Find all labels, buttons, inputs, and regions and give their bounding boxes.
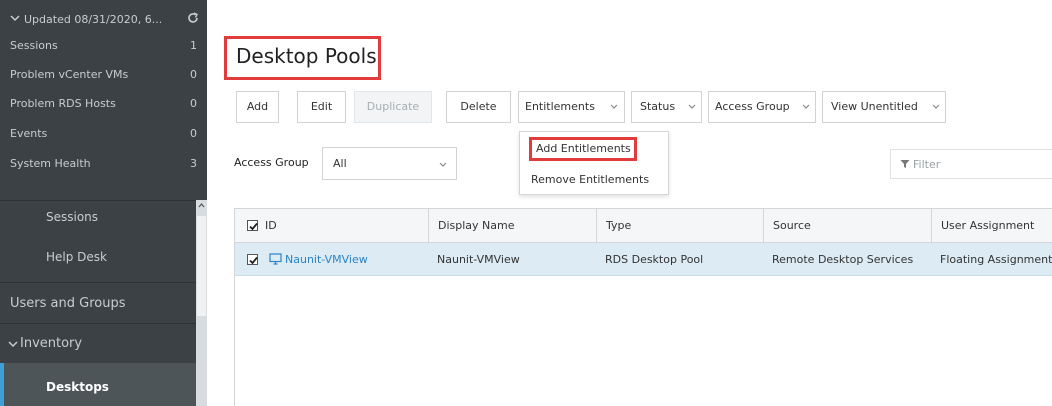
table-row[interactable]: Naunit-VMView Naunit-VMView RDS Desktop … [235,243,1052,276]
filter-input[interactable]: Filter [890,149,1052,179]
desktop-pools-table: ID Display Name Type Source User Assignm… [234,208,1052,406]
highlight-box [224,36,381,80]
status-row-sessions[interactable]: Sessions 1 [0,34,207,58]
delete-button[interactable]: Delete [446,91,511,123]
column-header-type[interactable]: Type [596,209,763,244]
nav-item-label: Inventory [20,336,83,351]
access-group-value: All [333,157,347,170]
status-button[interactable]: Status [631,91,702,123]
column-header-label: ID [265,219,277,232]
column-header-label: User Assignment [941,219,1035,232]
status-row-count: 0 [190,97,197,110]
highlight-box [529,137,637,161]
add-button[interactable]: Add [236,91,279,123]
status-header[interactable]: Updated 08/31/2020, 6... [0,8,207,32]
edit-button[interactable]: Edit [297,91,346,123]
row-checkbox[interactable] [247,254,258,265]
duplicate-button[interactable]: Duplicate [354,91,432,123]
edit-button-label: Edit [310,100,333,113]
cell-text: Floating Assignment [940,253,1052,266]
cell-type: RDS Desktop Pool [596,243,763,276]
column-header-label: Type [606,219,632,232]
select-all-checkbox[interactable] [247,220,258,231]
nav-item-label: Help Desk [46,250,107,264]
pool-id-link[interactable]: Naunit-VMView [285,253,368,266]
status-row-system-health[interactable]: System Health 3 [0,152,207,176]
nav-item-label: Users and Groups [10,296,126,311]
entitlements-button[interactable]: Entitlements [518,91,625,123]
refresh-icon[interactable] [186,11,200,25]
nav-item-label: Desktops [46,380,109,394]
chevron-down-icon [439,162,447,167]
status-panel: Updated 08/31/2020, 6... Sessions 1 Prob… [0,0,207,200]
status-updated-text: Updated 08/31/2020, 6... [24,13,163,26]
filter-icon [900,160,910,168]
status-row-label: Sessions [10,39,58,52]
access-group-label: Access Group [234,156,309,169]
status-row-count: 0 [190,127,197,140]
column-header-id[interactable]: ID [235,209,428,244]
scrollbar-thumb[interactable] [197,216,206,316]
chevron-down-icon [932,104,940,109]
nav-item-desktops[interactable]: Desktops [0,363,196,406]
chevron-down-icon [8,341,18,348]
nav-item-users-and-groups[interactable]: Users and Groups [0,283,196,323]
status-row-count: 0 [190,68,197,81]
status-row-label: Events [10,127,48,140]
menu-item-remove-entitlements[interactable]: Remove Entitlements [531,173,649,186]
chevron-down-icon [610,104,618,109]
active-indicator [0,363,4,406]
nav-item-inventory[interactable]: Inventory [0,324,196,363]
access-group-button[interactable]: Access Group [708,91,816,123]
cell-text: Naunit-VMView [437,253,520,266]
column-header-user-assignment[interactable]: User Assignment [931,209,1052,244]
status-row-label: Problem vCenter VMs [10,68,129,81]
cell-text: RDS Desktop Pool [605,253,704,266]
entitlements-button-label: Entitlements [525,100,595,113]
column-header-label: Display Name [438,219,515,232]
chevron-down-icon [688,104,696,109]
column-header-source[interactable]: Source [763,209,931,244]
table-header: ID Display Name Type Source User Assignm… [235,208,1052,244]
filter-placeholder: Filter [913,158,941,171]
status-row-problem-rds-hosts[interactable]: Problem RDS Hosts 0 [0,92,207,116]
view-unentitled-button-label: View Unentitled [831,100,918,113]
status-row-count: 3 [190,157,197,170]
add-button-label: Add [246,100,269,113]
delete-button-label: Delete [460,100,497,113]
view-unentitled-button[interactable]: View Unentitled [822,91,946,123]
access-group-button-label: Access Group [715,100,790,113]
nav-item-help-desk[interactable]: Help Desk [0,238,196,282]
status-row-events[interactable]: Events 0 [0,122,207,146]
check-icon [249,256,258,265]
cell-id: Naunit-VMView [235,243,428,276]
sidebar-scrollbar[interactable] [196,200,207,406]
nav-item-sessions[interactable]: Sessions [0,200,196,238]
column-header-display-name[interactable]: Display Name [428,209,596,244]
cell-source: Remote Desktop Services [763,243,931,276]
cell-display-name: Naunit-VMView [428,243,596,276]
check-icon [249,222,258,231]
chevron-down-icon [802,104,810,109]
status-row-problem-vcenter-vms[interactable]: Problem vCenter VMs 0 [0,63,207,87]
desktop-icon [269,253,282,265]
column-header-label: Source [773,219,811,232]
sidebar: Updated 08/31/2020, 6... Sessions 1 Prob… [0,0,207,406]
access-group-select[interactable]: All [322,147,457,180]
status-row-label: System Health [10,157,91,170]
status-button-label: Status [640,100,676,113]
duplicate-button-label: Duplicate [366,100,420,113]
cell-text: Remote Desktop Services [772,253,914,266]
nav-item-label: Sessions [46,210,99,224]
chevron-down-icon [10,15,20,22]
status-row-count: 1 [190,39,197,52]
status-row-label: Problem RDS Hosts [10,97,116,110]
chevron-up-icon[interactable] [198,202,205,209]
cell-user-assignment: Floating Assignment [931,243,1052,276]
